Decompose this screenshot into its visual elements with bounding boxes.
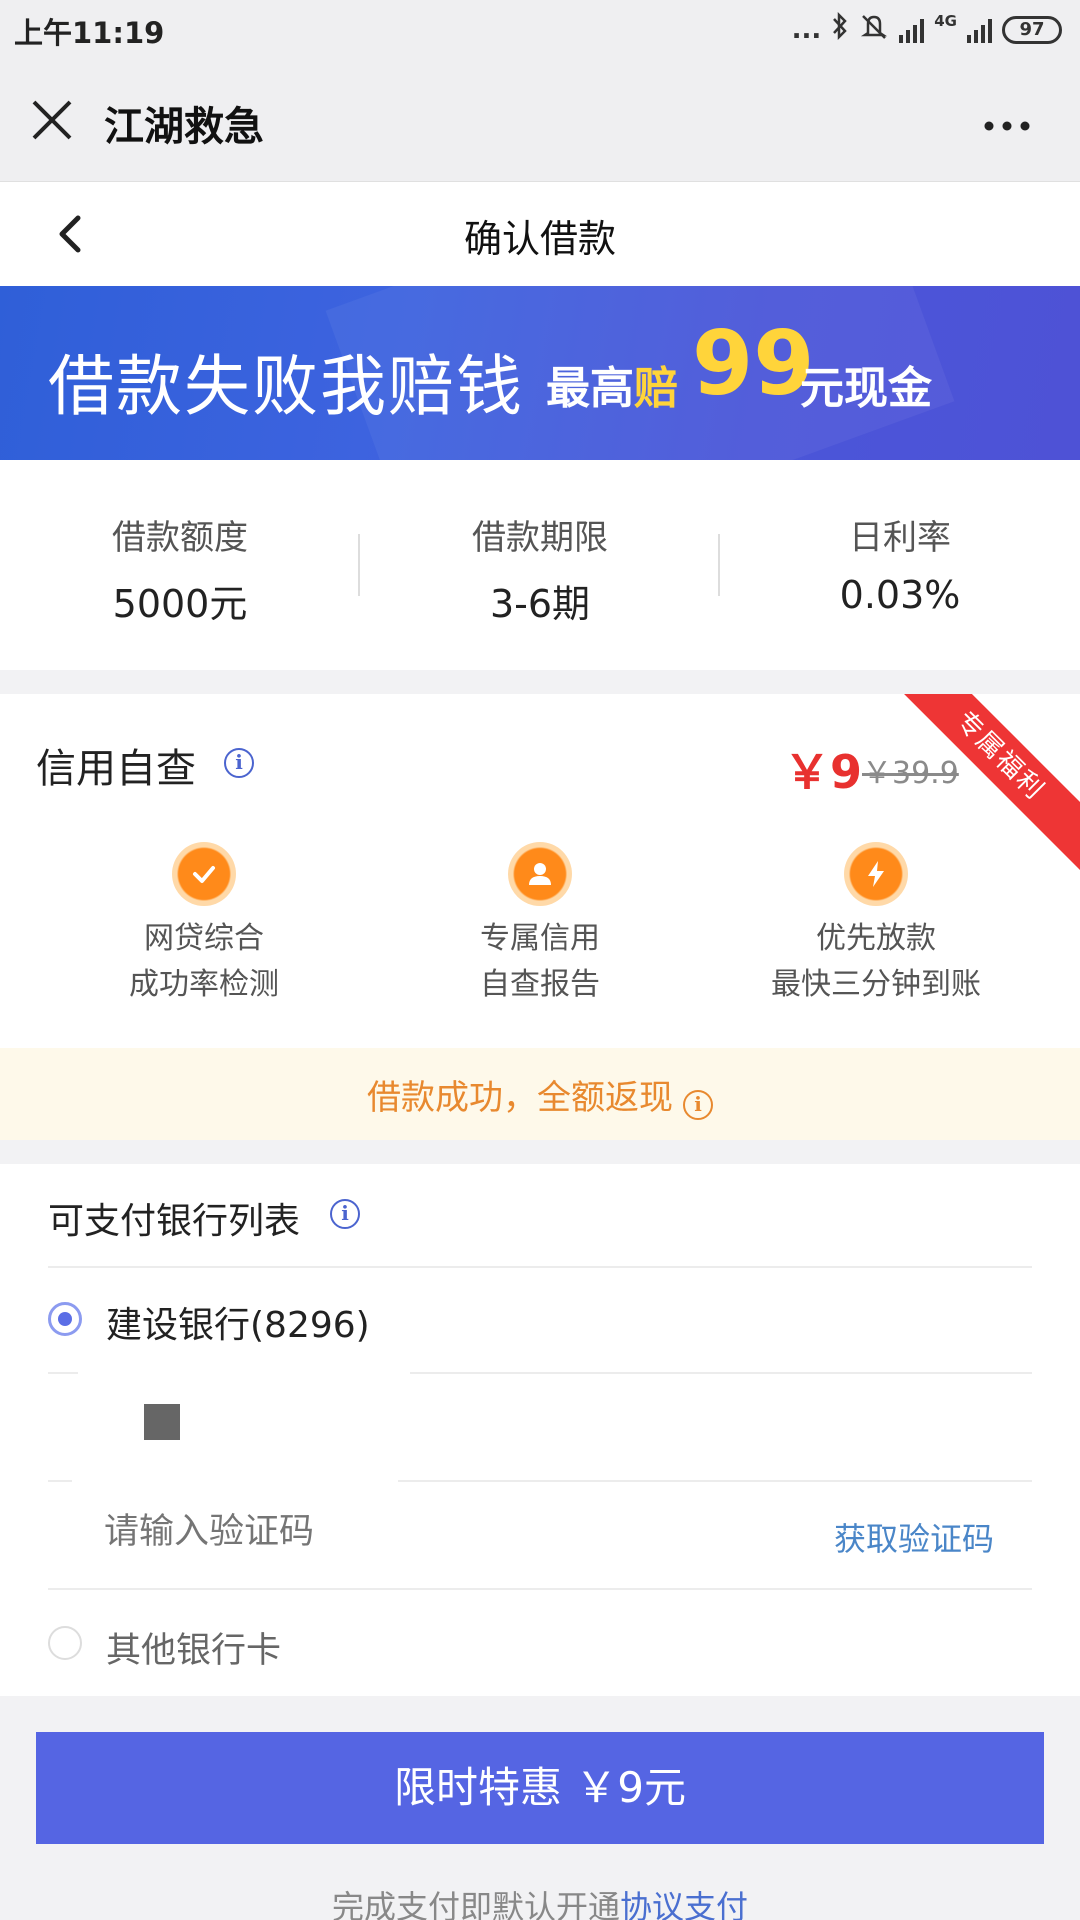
feature-success-rate: 网贷综合 成功率检测 (54, 842, 354, 1008)
divider (48, 1266, 1032, 1268)
loan-term: 借款期限 3-6期 (360, 510, 720, 628)
page-title: 确认借款 (463, 217, 616, 261)
banner-prefix-text: 最高 (546, 363, 634, 414)
redacted-block (144, 1404, 180, 1440)
feature-line2: 自查报告 (480, 967, 600, 1002)
daily-rate-value: 0.03% (839, 573, 961, 617)
status-icons: ... 4G 97 (791, 11, 1062, 47)
credit-check-title: 信用自查 (36, 746, 196, 792)
bluetooth-icon (831, 11, 849, 47)
status-time: 上午11:19 (14, 16, 165, 50)
feature-fast-loan: 优先放款 最快三分钟到账 (726, 842, 1026, 1008)
close-icon[interactable] (30, 98, 74, 142)
info-icon[interactable]: i (330, 1199, 360, 1229)
cashback-notice: 借款成功，全额返现 i (0, 1048, 1080, 1140)
network-label: 4G (934, 12, 957, 30)
divider (48, 1480, 72, 1482)
more-dots-icon: ... (791, 14, 822, 45)
user-icon (508, 842, 572, 906)
signal-icon-2 (967, 17, 992, 43)
divider (48, 1588, 1032, 1590)
battery-icon: 97 (1002, 15, 1062, 44)
other-bank-label[interactable]: 其他银行卡 (106, 1622, 281, 1673)
original-price: ￥39.9 (862, 756, 959, 791)
banner-prefix: 最高赔 (546, 352, 678, 416)
feature-line1: 优先放款 (816, 921, 936, 956)
banner-suffix: 元现金 (800, 363, 932, 414)
divider (410, 1372, 1032, 1374)
divider (48, 1372, 78, 1374)
feature-line2: 最快三分钟到账 (771, 967, 981, 1002)
daily-rate: 日利率 0.03% (720, 510, 1080, 617)
bank-radio-selected[interactable] (48, 1302, 82, 1336)
pay-button[interactable]: 限时特惠 ￥9元 (36, 1732, 1044, 1844)
banner-amount: 99 (692, 312, 815, 415)
loan-amount: 借款额度 5000元 (0, 510, 360, 628)
other-bank-radio[interactable] (48, 1626, 82, 1660)
bank-list-title: 可支付银行列表 (48, 1201, 301, 1242)
loan-term-label: 借款期限 (472, 518, 608, 558)
agreement-link[interactable]: 协议支付 (620, 1888, 748, 1920)
verification-code-input[interactable] (104, 1512, 664, 1552)
mute-icon (859, 12, 889, 47)
get-code-button[interactable]: 获取验证码 (834, 1514, 994, 1560)
info-icon[interactable]: i (683, 1089, 713, 1120)
selected-bank-name[interactable]: 建设银行(8296) (106, 1296, 370, 1348)
divider (398, 1480, 1032, 1482)
app-title: 江湖救急 (104, 104, 264, 150)
banner-main-text: 借款失败我赔钱 (48, 348, 524, 425)
feature-line2: 成功率检测 (129, 967, 279, 1002)
cashback-text: 借款成功，全额返现 (367, 1078, 673, 1118)
lightning-icon (844, 842, 908, 906)
footnote: 完成支付即默认开通协议支付 (0, 1882, 1080, 1920)
check-icon (172, 842, 236, 906)
banner-pei-text: 赔 (634, 363, 678, 414)
info-icon[interactable]: i (224, 748, 254, 778)
feature-credit-report: 专属信用 自查报告 (390, 842, 690, 1008)
loan-term-value: 3-6期 (489, 582, 591, 626)
price: ￥9 (784, 745, 863, 799)
daily-rate-label: 日利率 (849, 518, 951, 558)
loan-amount-value: 5000元 (112, 582, 248, 626)
loan-amount-label: 借款额度 (112, 518, 248, 558)
footnote-text: 完成支付即默认开通 (331, 1888, 620, 1920)
more-icon[interactable] (984, 116, 1030, 131)
signal-icon (899, 17, 925, 43)
feature-line1: 专属信用 (480, 921, 600, 956)
feature-line1: 网贷综合 (144, 921, 264, 956)
